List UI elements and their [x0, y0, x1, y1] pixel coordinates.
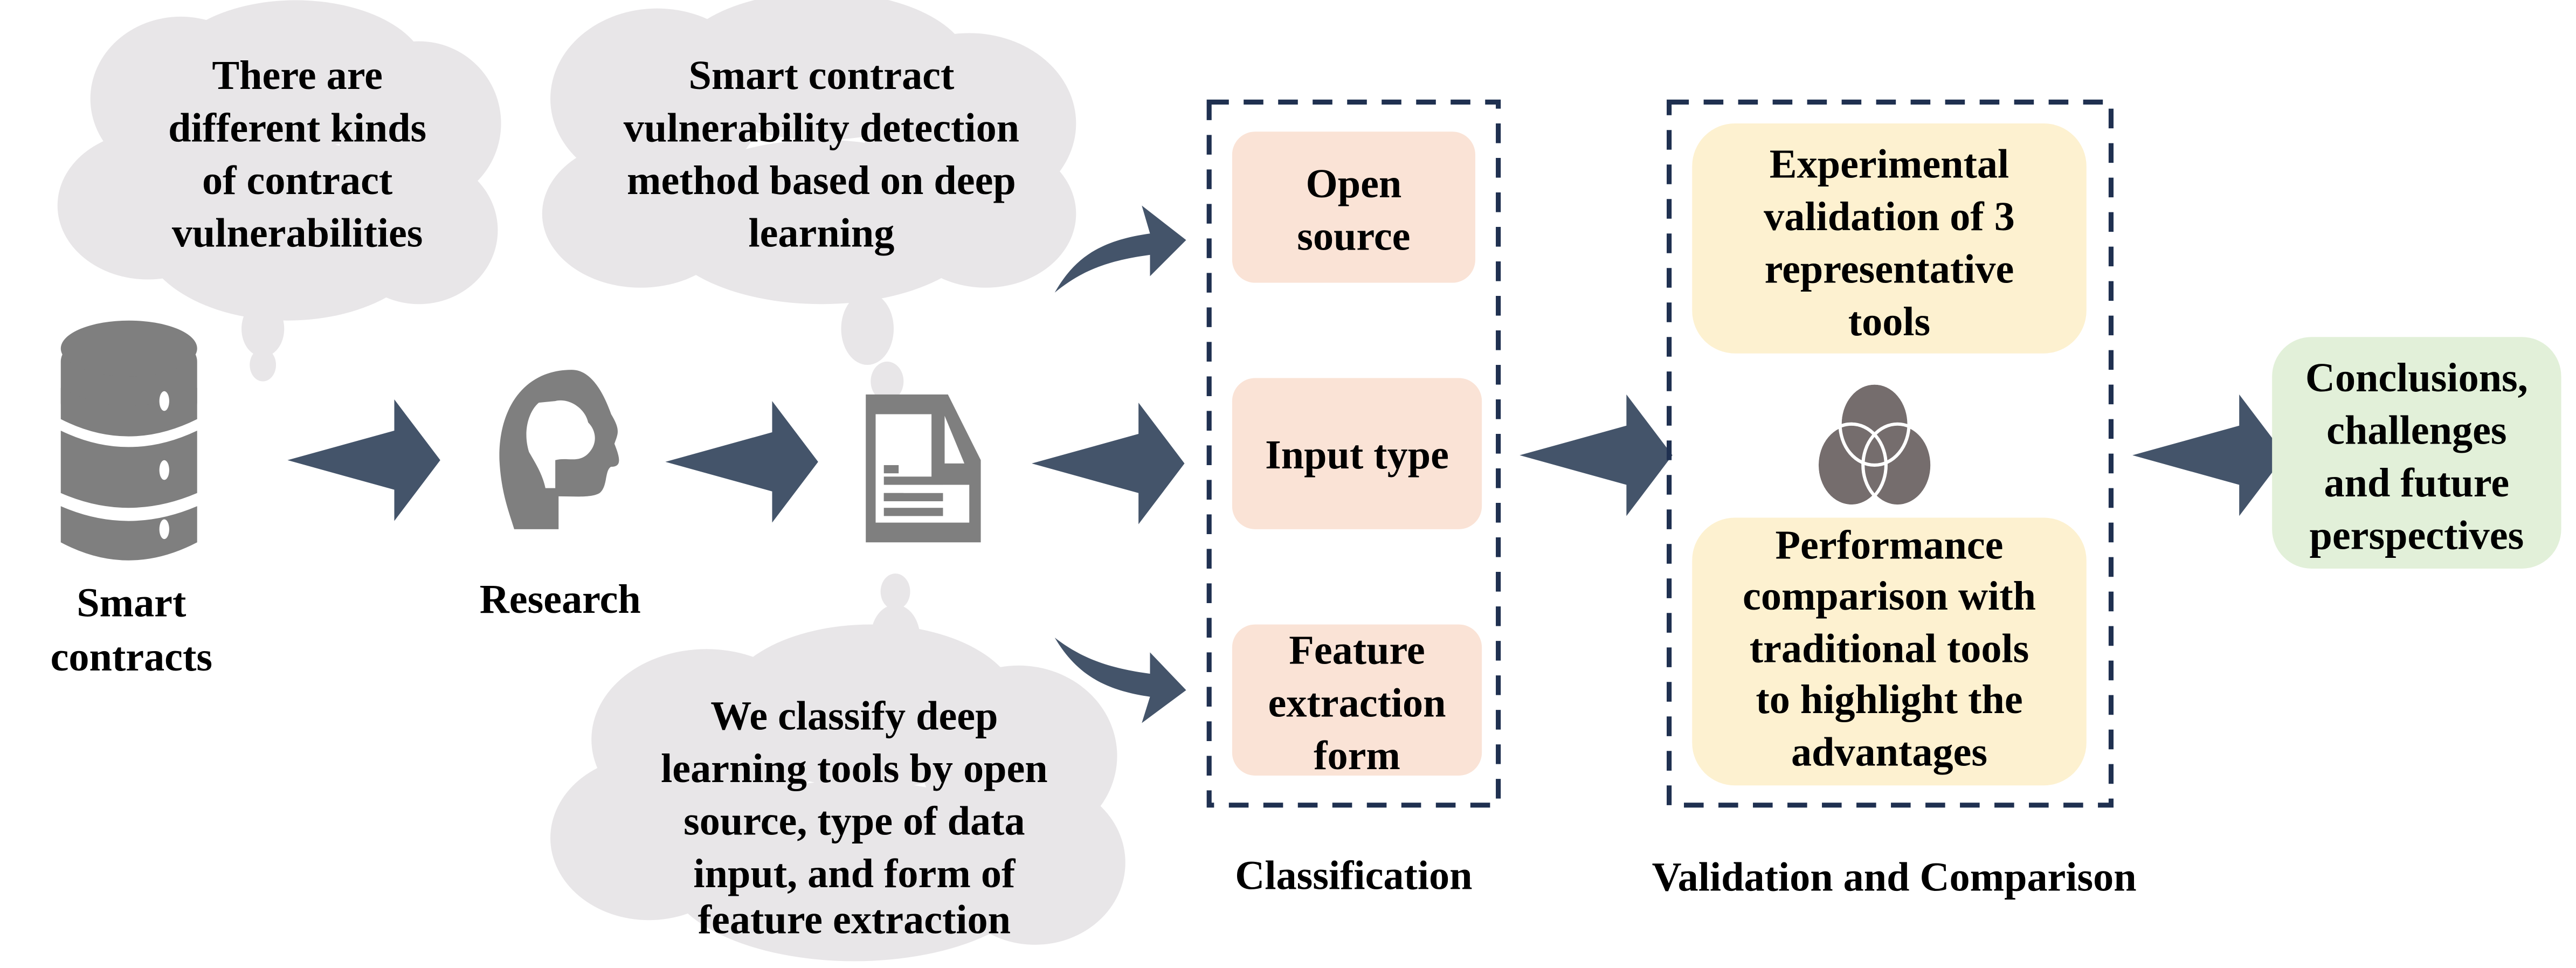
conclusion-box: Conclusions, challenges and future perspect…	[2272, 337, 2561, 569]
label-smart-contracts: Smart contracts	[51, 580, 212, 680]
database-icon	[60, 320, 197, 561]
venn-diagram-icon	[1815, 381, 1934, 508]
classification-box-open-source: Open source	[1232, 132, 1475, 283]
classification-box-input-type: Input type	[1232, 378, 1482, 529]
label-classification: Classification	[1235, 853, 1472, 898]
validation-box-performance: Performance comparison with traditional to…	[1692, 517, 2087, 786]
svg-text:We classify deeplearning tools: We classify deep learning tools by open so…	[661, 694, 1048, 943]
arrow-icon	[287, 399, 440, 521]
thought-cloud-classification: We classify deep learning tools by open so…	[550, 573, 1125, 962]
document-icon	[866, 394, 981, 543]
arrow-icon	[2132, 394, 2285, 516]
label-validation-comparison: Validation and Comparison	[1652, 854, 2137, 900]
arrow-icon	[665, 401, 818, 523]
arrow-icon	[1032, 403, 1185, 524]
thought-cloud-detection-method: Smart contract vulnerability detection met…	[542, 0, 1076, 402]
validation-box-experimental: Experimental validation of 3 representativ…	[1692, 123, 2087, 354]
svg-text:Input type: Input type	[1265, 432, 1449, 478]
classification-box-feature-extraction: Feature extraction form	[1232, 624, 1482, 778]
workflow-diagram: There are different kinds of contract vulne…	[51, 0, 2561, 962]
head-brain-icon	[499, 370, 619, 529]
label-research: Research	[480, 577, 641, 622]
arrow-icon	[1520, 394, 1673, 516]
